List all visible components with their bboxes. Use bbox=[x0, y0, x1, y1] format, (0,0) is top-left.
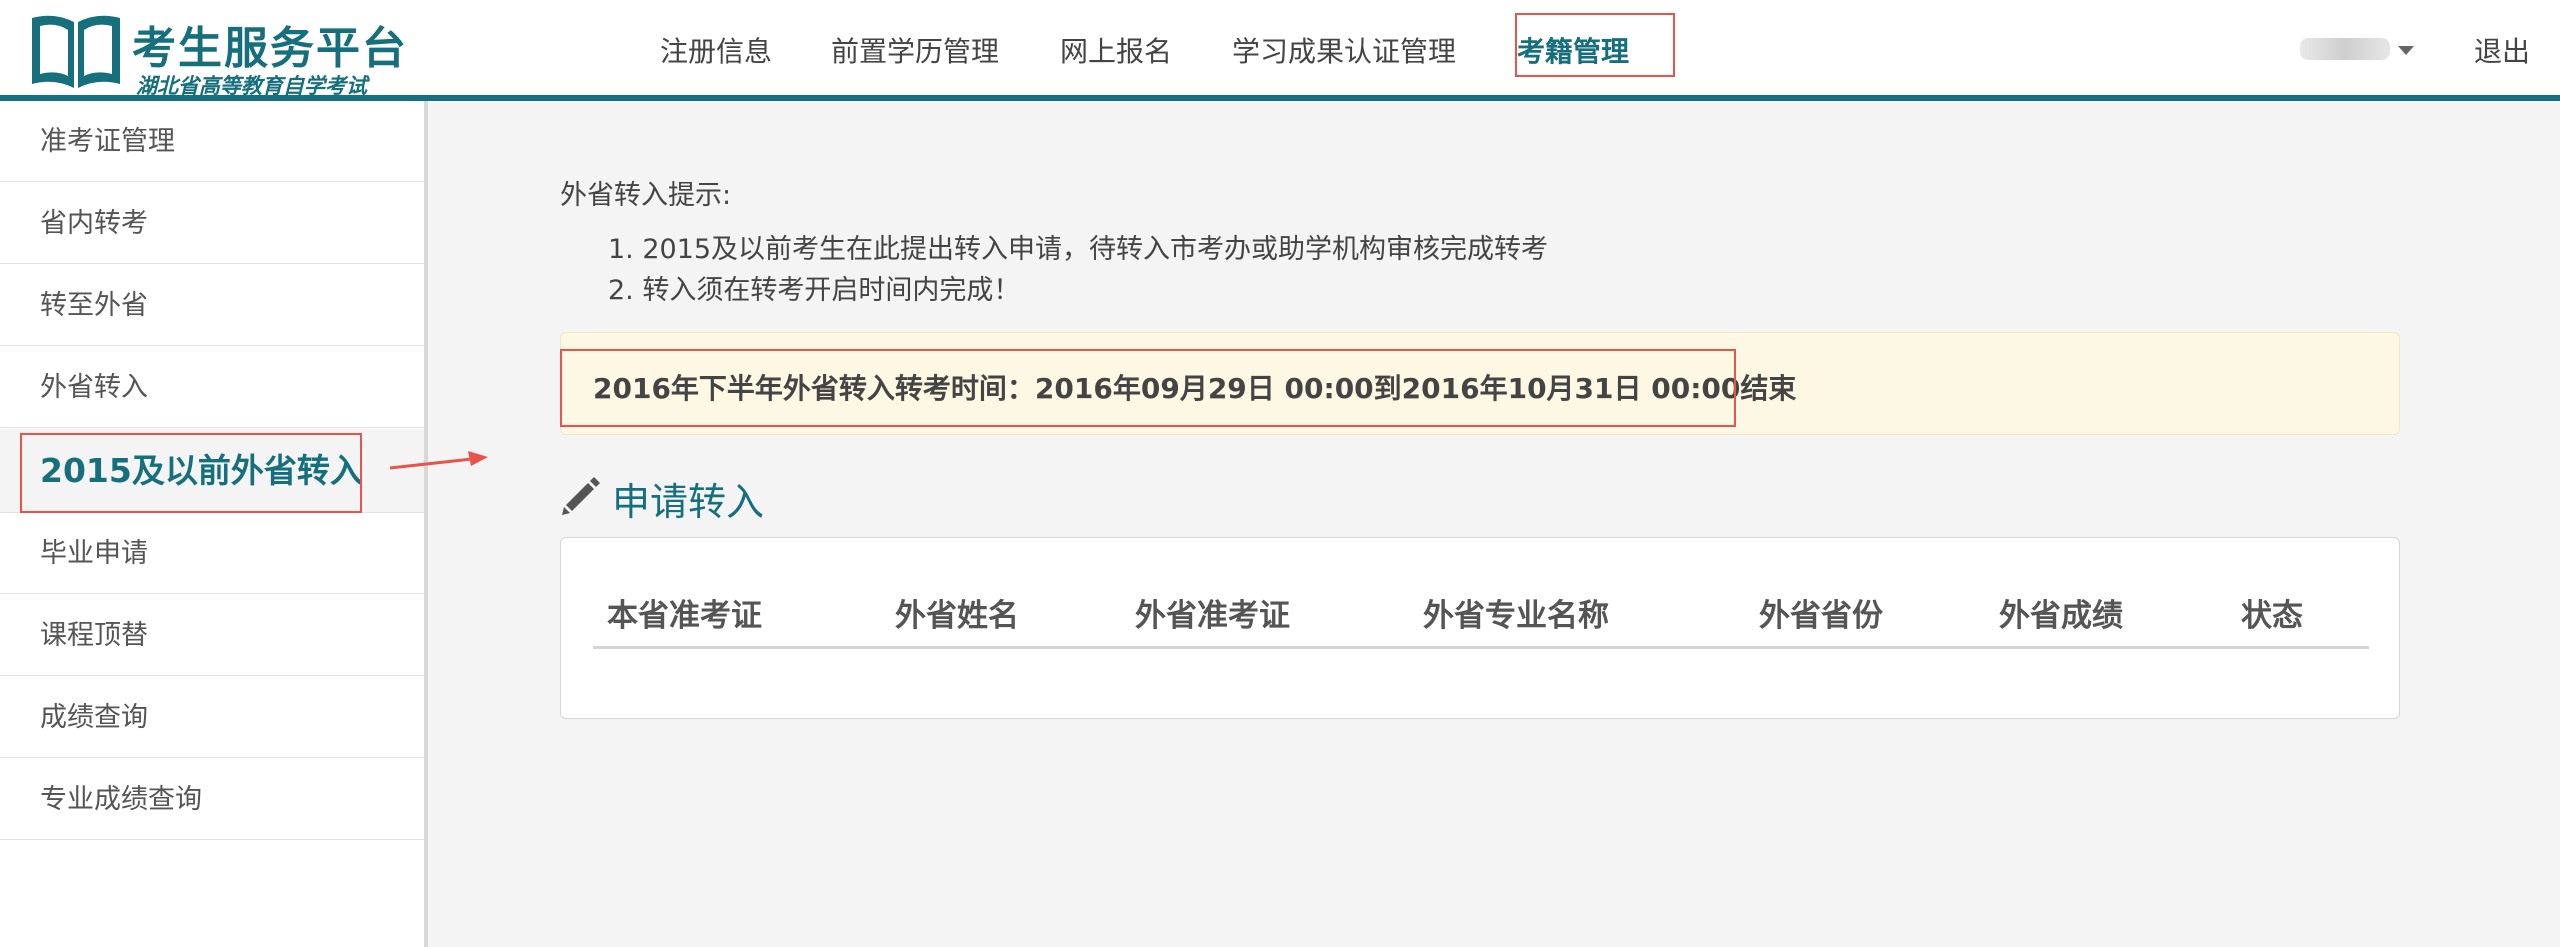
column-header: 外省成绩 bbox=[1999, 598, 2123, 634]
logo[interactable]: 考生服务平台 湖北省高等教育自学考试 bbox=[28, 10, 408, 98]
platform-subtitle: 湖北省高等教育自学考试 bbox=[136, 74, 367, 98]
column-header: 外省姓名 bbox=[895, 598, 1019, 634]
top-header: 考生服务平台 湖北省高等教育自学考试 注册信息 前置学历管理 网上报名 学习成果… bbox=[0, 0, 2560, 101]
sidebar-item-admission-ticket[interactable]: 准考证管理 bbox=[0, 101, 424, 182]
sidebar-item-major-score-query[interactable]: 专业成绩查询 bbox=[0, 759, 424, 840]
nav-item-registration-info[interactable]: 注册信息 bbox=[660, 30, 772, 70]
tip-item: 1. 2015及以前考生在此提出转入申请，待转入市考办或助学机构审核完成转考 bbox=[608, 234, 1549, 265]
nav-item-prior-education[interactable]: 前置学历管理 bbox=[831, 30, 999, 70]
column-header: 外省准考证 bbox=[1135, 598, 1290, 634]
username-blurred bbox=[2300, 38, 2390, 60]
column-header: 外省专业名称 bbox=[1423, 598, 1609, 634]
nav-item-online-registration[interactable]: 网上报名 bbox=[1060, 30, 1172, 70]
platform-title: 考生服务平台 bbox=[132, 23, 408, 74]
table-header-divider bbox=[593, 646, 2369, 649]
logout-link[interactable]: 退出 bbox=[2474, 30, 2530, 70]
caret-down-icon bbox=[2398, 46, 2414, 55]
tip-list: 1. 2015及以前考生在此提出转入申请，待转入市考办或助学机构审核完成转考 2… bbox=[608, 229, 1548, 311]
sidebar: 准考证管理 省内转考 转至外省 外省转入 2015及以前外省转入 毕业申请 课程… bbox=[0, 101, 428, 947]
open-book-icon bbox=[32, 15, 120, 88]
sidebar-item-transfer-in[interactable]: 外省转入 bbox=[0, 347, 424, 428]
red-arrow-icon bbox=[389, 451, 488, 470]
column-header: 本省准考证 bbox=[607, 598, 762, 634]
tip-title: 外省转入提示: bbox=[560, 180, 732, 211]
transfer-table-panel: 本省准考证 外省姓名 外省准考证 外省专业名称 外省省份 外省成绩 状态 bbox=[560, 537, 2400, 719]
sidebar-item-course-substitution[interactable]: 课程顶替 bbox=[0, 595, 424, 676]
column-header: 状态 bbox=[2241, 598, 2303, 634]
sidebar-item-score-query[interactable]: 成绩查询 bbox=[0, 677, 424, 758]
sidebar-item-transfer-out[interactable]: 转至外省 bbox=[0, 265, 424, 346]
sidebar-highlight-box bbox=[20, 433, 362, 513]
section-title: 申请转入 bbox=[612, 480, 765, 524]
pencil-icon bbox=[562, 477, 600, 515]
sidebar-item-graduation[interactable]: 毕业申请 bbox=[0, 513, 424, 594]
nav-highlight-box bbox=[1515, 13, 1675, 77]
column-header: 外省省份 bbox=[1759, 598, 1883, 634]
user-menu[interactable] bbox=[2300, 38, 2414, 60]
notice-highlight-box bbox=[560, 349, 1736, 427]
sidebar-item-intra-province-transfer[interactable]: 省内转考 bbox=[0, 183, 424, 264]
nav-item-learning-certification[interactable]: 学习成果认证管理 bbox=[1232, 30, 1456, 70]
tip-item: 2. 转入须在转考开启时间内完成！ bbox=[608, 275, 1021, 306]
